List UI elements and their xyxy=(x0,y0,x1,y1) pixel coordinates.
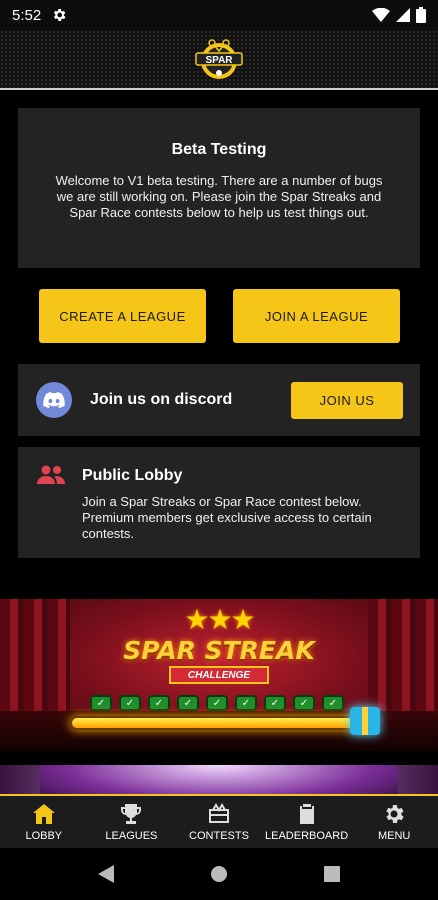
nav-leaderboard-label: LEADERBOARD xyxy=(265,830,349,842)
check-icon: ✓ xyxy=(90,695,112,711)
banner-title: SPAR STREAK xyxy=(123,636,315,665)
people-icon xyxy=(37,465,65,484)
bottom-nav: LOBBY LEAGUES CONTESTS LEADERBOARD MENU xyxy=(0,794,438,848)
nav-menu-label: MENU xyxy=(377,830,411,842)
discord-icon xyxy=(36,382,72,418)
back-icon[interactable] xyxy=(98,865,114,883)
check-icon: ✓ xyxy=(148,695,170,711)
app-header: SPAR xyxy=(0,30,438,88)
check-icon: ✓ xyxy=(264,695,286,711)
nav-lobby[interactable]: LOBBY xyxy=(0,796,88,848)
status-time: 5:52 xyxy=(12,6,42,24)
join-us-button[interactable]: JOIN US xyxy=(291,382,403,419)
recents-icon[interactable] xyxy=(324,866,340,882)
check-icon: ✓ xyxy=(206,695,228,711)
lobby-title: Public Lobby xyxy=(82,467,183,484)
check-icon: ✓ xyxy=(322,695,344,711)
nav-leagues-label: LEAGUES xyxy=(105,830,158,842)
nav-leagues[interactable]: LEAGUES xyxy=(88,796,176,848)
spar-race-banner[interactable] xyxy=(0,765,438,794)
nav-menu[interactable]: MENU xyxy=(350,796,438,848)
nav-contests[interactable]: CONTESTS xyxy=(175,796,263,848)
home-icon xyxy=(32,804,55,824)
nav-contests-label: CONTESTS xyxy=(189,830,249,842)
clipboard-icon xyxy=(299,804,314,824)
nav-lobby-label: LOBBY xyxy=(25,830,63,842)
check-icon: ✓ xyxy=(235,695,257,711)
beta-title: Beta Testing xyxy=(171,141,267,158)
join-league-button[interactable]: JOIN A LEAGUE xyxy=(233,289,400,343)
battery-icon xyxy=(416,7,426,23)
check-icon: ✓ xyxy=(293,695,315,711)
nav-leaderboard[interactable]: LEADERBOARD xyxy=(263,796,351,848)
system-nav-bar xyxy=(0,848,438,900)
check-icon: ✓ xyxy=(119,695,141,711)
streak-progress-bar xyxy=(70,716,360,730)
check-icon: ✓ xyxy=(177,695,199,711)
discord-label: Join us on discord xyxy=(90,391,233,408)
trophy-icon xyxy=(121,804,142,824)
lobby-body: Join a Spar Streaks or Spar Race contest… xyxy=(82,494,372,541)
spar-logo-icon: SPAR xyxy=(195,39,243,79)
spar-streak-banner[interactable]: ★★★ SPAR STREAK CHALLENGE ✓ ✓ ✓ ✓ ✓ ✓ ✓ … xyxy=(0,599,438,751)
wifi-icon xyxy=(372,8,390,22)
beta-body: Welcome to V1 beta testing. There are a … xyxy=(55,173,383,220)
signal-icon xyxy=(396,8,410,22)
streak-checks: ✓ ✓ ✓ ✓ ✓ ✓ ✓ ✓ ✓ xyxy=(90,695,344,711)
stars-icon: ★★★ xyxy=(184,604,255,635)
lobby-content[interactable]: Beta Testing Welcome to V1 beta testing.… xyxy=(0,90,438,794)
gear-icon xyxy=(386,805,404,823)
beta-testing-card: Beta Testing Welcome to V1 beta testing.… xyxy=(18,108,420,268)
public-lobby-card: Public Lobby Join a Spar Streaks or Spar… xyxy=(18,447,420,558)
create-league-button[interactable]: CREATE A LEAGUE xyxy=(39,289,206,343)
home-circle-icon[interactable] xyxy=(210,865,228,883)
ticket-icon xyxy=(208,803,229,823)
banner-subtitle: CHALLENGE xyxy=(169,666,269,684)
logo-text: SPAR xyxy=(205,55,233,66)
gift-icon xyxy=(350,707,380,735)
status-bar: 5:52 xyxy=(0,0,438,30)
settings-gear-icon xyxy=(54,9,66,21)
